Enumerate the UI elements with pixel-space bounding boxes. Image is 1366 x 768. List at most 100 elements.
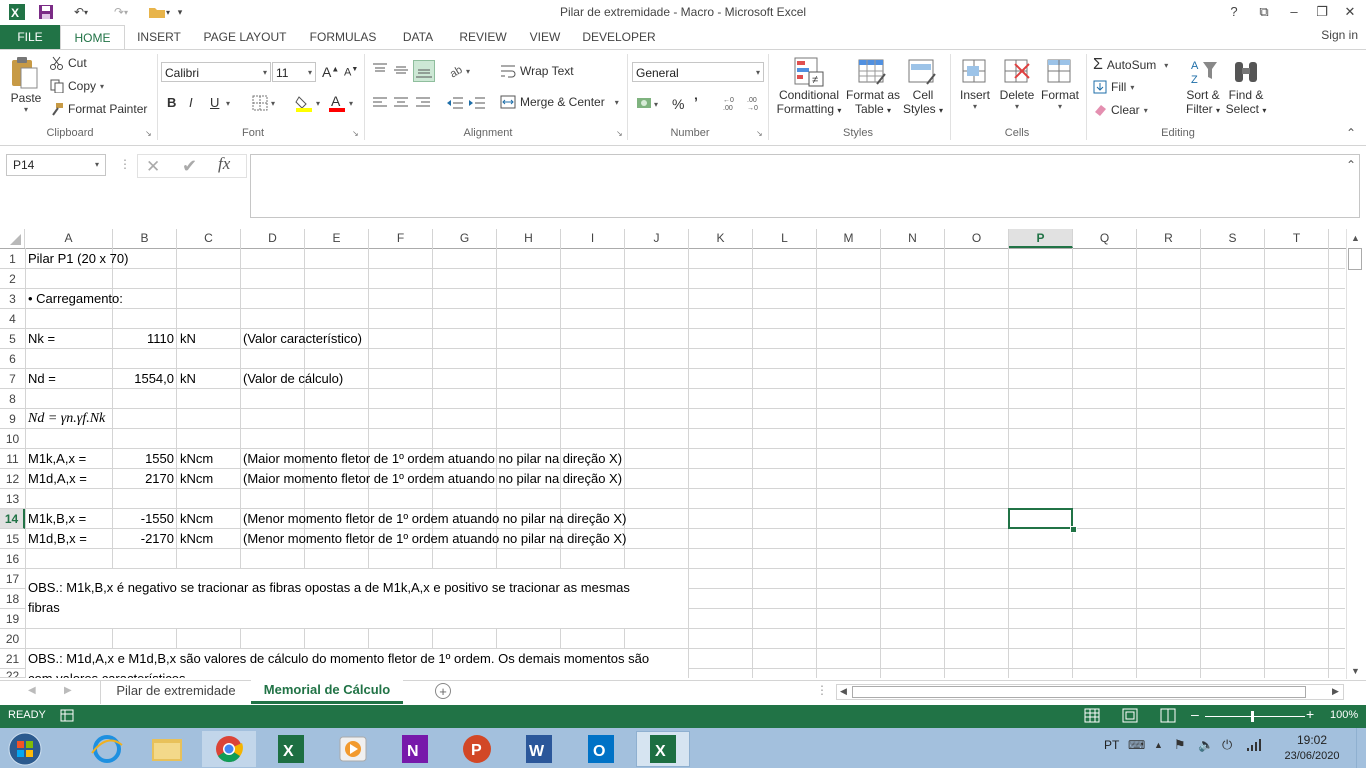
row-header-20[interactable]: 20 xyxy=(0,629,25,649)
word-icon[interactable]: W xyxy=(512,731,566,767)
page-break-view-icon[interactable] xyxy=(1160,708,1176,723)
cell-b14[interactable]: -1550 xyxy=(113,509,174,529)
powerpoint-icon[interactable]: P xyxy=(450,731,504,767)
tab-formulas[interactable]: FORMULAS xyxy=(302,25,384,49)
cell-c15[interactable]: kNcm xyxy=(180,529,213,549)
row-header-4[interactable]: 4 xyxy=(0,309,25,329)
close-button[interactable]: ✕ xyxy=(1338,2,1362,22)
media-player-icon[interactable] xyxy=(326,731,380,767)
delete-cells-button[interactable]: Delete ▾ xyxy=(997,56,1037,111)
fill-button[interactable]: Fill ▾ xyxy=(1093,80,1134,94)
name-box[interactable]: P14 ▾ xyxy=(6,154,106,176)
decrease-decimal-icon[interactable]: .00 →0 xyxy=(746,95,764,111)
internet-explorer-icon[interactable] xyxy=(80,731,134,767)
borders-icon[interactable] xyxy=(252,95,268,111)
row-header-15[interactable]: 15 xyxy=(0,529,25,549)
insert-function-icon[interactable]: fx xyxy=(218,154,230,174)
show-desktop-button[interactable] xyxy=(1356,728,1366,768)
tab-file[interactable]: FILE xyxy=(0,25,60,49)
underline-dropdown-icon[interactable]: ▾ xyxy=(226,99,230,108)
equation-nd[interactable]: Nd = γn.γf.Nk xyxy=(28,409,105,429)
align-right-icon[interactable] xyxy=(415,95,431,111)
font-name-select[interactable]: Calibri ▾ xyxy=(161,62,271,82)
collapse-formula-bar-icon[interactable]: ⌃ xyxy=(1346,158,1356,172)
cell-styles-button[interactable]: Cell Styles ▾ xyxy=(902,56,944,116)
macro-record-icon[interactable] xyxy=(60,709,74,722)
zoom-slider-track[interactable] xyxy=(1205,716,1305,717)
alignment-launcher-icon[interactable]: ↘ xyxy=(616,129,623,138)
formula-input[interactable] xyxy=(250,154,1360,218)
collapse-ribbon-icon[interactable]: ⌃ xyxy=(1346,126,1356,140)
row-header-10[interactable]: 10 xyxy=(0,429,25,449)
action-center-flag-icon[interactable]: ⚑ xyxy=(1174,737,1186,753)
conditional-formatting-button[interactable]: ≠ Conditional Formatting ▾ xyxy=(775,56,843,116)
cell-b12[interactable]: 2170 xyxy=(113,469,174,489)
cell-d12[interactable]: (Maior momento fletor de 1º ordem atuand… xyxy=(243,469,622,489)
column-header-m[interactable]: M xyxy=(817,229,881,248)
cell-b15[interactable]: -2170 xyxy=(113,529,174,549)
accounting-format-icon[interactable]: ▾ xyxy=(636,95,664,111)
font-color-icon[interactable]: A xyxy=(328,93,346,113)
grow-font-button[interactable]: A▲ xyxy=(322,64,339,80)
find-select-button[interactable]: Find & Select ▾ xyxy=(1225,56,1267,116)
row-header-21[interactable]: 21 xyxy=(0,649,25,669)
scroll-down-icon[interactable]: ▼ xyxy=(1351,666,1360,676)
cell-c7[interactable]: kN xyxy=(180,369,196,389)
column-header-r[interactable]: R xyxy=(1137,229,1201,248)
next-sheet-icon[interactable]: ▶ xyxy=(64,685,72,696)
network-icon[interactable] xyxy=(1246,738,1262,752)
row-header-2[interactable]: 2 xyxy=(0,269,25,289)
name-box-dropdown-icon[interactable]: ▾ xyxy=(95,155,99,175)
clock-date[interactable]: 23/06/2020 xyxy=(1276,750,1348,762)
row-header-18[interactable]: 18 xyxy=(0,589,25,609)
ribbon-display-button[interactable]: ⧉ xyxy=(1252,2,1276,22)
excel-taskbar-icon-1[interactable]: X xyxy=(264,731,318,767)
cell-d14[interactable]: (Menor momento fletor de 1º ordem atuand… xyxy=(243,509,626,529)
column-header-p[interactable]: P xyxy=(1009,229,1073,248)
scroll-up-icon[interactable]: ▲ xyxy=(1351,233,1360,243)
format-painter-button[interactable]: Format Painter xyxy=(50,102,147,116)
copy-button[interactable]: Copy ▾ xyxy=(50,79,104,93)
cell-c11[interactable]: kNcm xyxy=(180,449,213,469)
sheet-tab-pilar-extremidade[interactable]: Pilar de extremidade xyxy=(100,680,252,704)
shrink-font-button[interactable]: A▼ xyxy=(344,66,358,79)
column-header-o[interactable]: O xyxy=(945,229,1009,248)
restore-button[interactable]: ❐ xyxy=(1310,2,1334,22)
align-center-icon[interactable] xyxy=(393,95,409,111)
selected-cell-p14[interactable] xyxy=(1008,508,1073,529)
cell-c14[interactable]: kNcm xyxy=(180,509,213,529)
row-header-9[interactable]: 9 xyxy=(0,409,25,429)
column-header-s[interactable]: S xyxy=(1201,229,1265,248)
cell-b11[interactable]: 1550 xyxy=(113,449,174,469)
page-layout-view-icon[interactable] xyxy=(1122,708,1138,723)
zoom-slider-thumb[interactable] xyxy=(1251,711,1254,722)
number-format-select[interactable]: General ▾ xyxy=(632,62,764,82)
cell-a12[interactable]: M1d,A,x = xyxy=(28,469,87,489)
outlook-icon[interactable]: O xyxy=(574,731,628,767)
normal-view-icon[interactable] xyxy=(1084,708,1100,723)
tab-splitter-icon[interactable]: ⋮ xyxy=(816,683,828,697)
fill-color-dropdown-icon[interactable]: ▾ xyxy=(316,99,320,108)
wrap-text-button[interactable]: Wrap Text xyxy=(500,64,574,78)
autosum-button[interactable]: Σ AutoSum ▾ xyxy=(1093,56,1168,74)
tab-data[interactable]: DATA xyxy=(392,25,444,49)
cell-d5[interactable]: (Valor característico) xyxy=(243,329,362,349)
merge-center-button[interactable]: Merge & Center ▾ xyxy=(500,95,619,109)
scroll-left-icon[interactable]: ◀ xyxy=(840,686,847,697)
align-left-icon[interactable] xyxy=(372,95,388,111)
bold-button[interactable]: B xyxy=(167,95,176,110)
column-header-l[interactable]: L xyxy=(753,229,817,248)
cell-a5[interactable]: Nk = xyxy=(28,329,55,349)
row-header-5[interactable]: 5 xyxy=(0,329,25,349)
clock-time[interactable]: 19:02 xyxy=(1280,733,1344,747)
volume-icon[interactable]: 🔈 xyxy=(1198,737,1214,753)
chrome-icon[interactable] xyxy=(202,731,256,767)
format-as-table-button[interactable]: Format as Table ▾ xyxy=(845,56,901,116)
zoom-level[interactable]: 100% xyxy=(1330,709,1358,721)
font-launcher-icon[interactable]: ↘ xyxy=(352,129,359,138)
bottom-align-icon[interactable] xyxy=(413,60,435,82)
cell-d11[interactable]: (Maior momento fletor de 1º ordem atuand… xyxy=(243,449,622,469)
vertical-scrollbar[interactable] xyxy=(1346,229,1366,679)
row-header-22[interactable]: 22 xyxy=(0,669,25,678)
excel-taskbar-icon-active[interactable]: X xyxy=(636,731,690,767)
